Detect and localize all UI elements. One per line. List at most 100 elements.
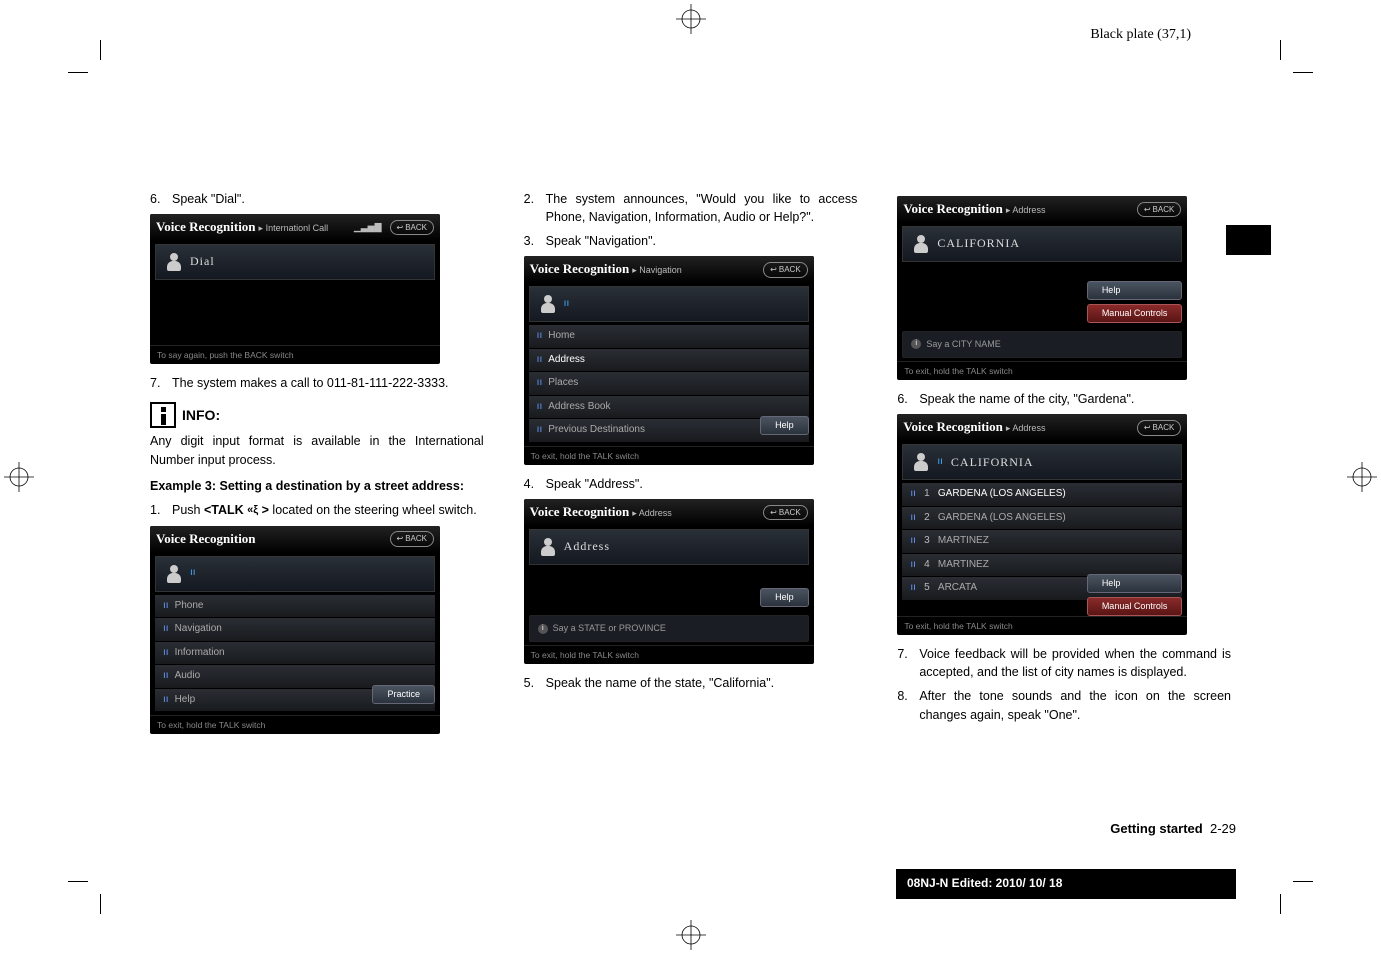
page-tab-marker — [1226, 225, 1271, 255]
back-button[interactable]: ↩ BACK — [1137, 202, 1182, 218]
vr-input-text: Address — [564, 538, 610, 555]
vr-footer-hint: To exit, hold the TALK switch — [897, 616, 1187, 635]
mic-icon: ıı — [910, 534, 916, 549]
vr-screenshot-main: Voice Recognition ↩ BACK ıı ııPhone ııNa… — [150, 526, 440, 735]
help-button[interactable]: Help — [1087, 281, 1183, 300]
info-icon — [150, 402, 176, 428]
vr-screenshot-city-list: Voice Recognition▸ Address ↩ BACK ııCALI… — [897, 414, 1187, 635]
info-text: Any digit input format is available in t… — [150, 432, 484, 468]
info-callout: INFO: — [150, 402, 484, 428]
step-item: 7.The system makes a call to 011-81-111-… — [150, 374, 484, 392]
crop-mark-icon — [68, 72, 88, 73]
step-item: 6.Speak "Dial". — [150, 190, 484, 208]
mic-indicator-icon: ıı — [564, 297, 570, 312]
page-footer: Getting started 2-29 — [1110, 820, 1236, 839]
help-button[interactable]: Help — [760, 588, 809, 607]
signal-icon: ▁▃▅▇ — [354, 221, 382, 234]
person-icon — [166, 565, 182, 583]
back-button[interactable]: ↩ BACK — [390, 220, 435, 236]
vr-menu-item[interactable]: ııNavigation — [155, 618, 435, 642]
vr-footer-hint: To exit, hold the TALK switch — [524, 645, 814, 664]
vr-result-item[interactable]: ıı2GARDENA (LOS ANGELES) — [902, 507, 1182, 531]
vr-footer-hint: To exit, hold the TALK switch — [524, 446, 814, 465]
vr-footer-hint: To exit, hold the TALK switch — [897, 361, 1187, 380]
vr-menu-item[interactable]: ııPhone — [155, 595, 435, 619]
mic-icon: ıı — [910, 558, 916, 573]
mic-icon: ıı — [537, 376, 543, 391]
vr-breadcrumb: ▸ Navigation — [632, 265, 682, 275]
vr-title: Voice Recognition — [530, 504, 630, 519]
vr-menu-item[interactable]: ııHome — [529, 325, 809, 349]
vr-title: Voice Recognition — [530, 261, 630, 276]
registration-mark-icon — [4, 462, 34, 492]
step-item: 8.After the tone sounds and the icon on … — [897, 687, 1231, 723]
back-button[interactable]: ↩ BACK — [1137, 420, 1182, 436]
info-dot-icon: i — [538, 624, 548, 634]
mic-icon: ıı — [537, 329, 543, 344]
crop-mark-icon — [100, 894, 101, 914]
mic-icon: ıı — [163, 646, 169, 661]
person-icon — [540, 295, 556, 313]
column-2: 2.The system announces, "Would you like … — [524, 190, 858, 744]
mic-icon: ıı — [910, 511, 916, 526]
vr-screenshot-address: Voice Recognition▸ Address ↩ BACK Addres… — [524, 499, 814, 664]
mic-icon: ıı — [163, 693, 169, 708]
vr-screenshot-california: Voice Recognition▸ Address ↩ BACK CALIFO… — [897, 196, 1187, 380]
crop-mark-icon — [68, 881, 88, 882]
column-3: Voice Recognition▸ Address ↩ BACK CALIFO… — [897, 190, 1231, 744]
vr-result-item[interactable]: ıı1GARDENA (LOS ANGELES) — [902, 483, 1182, 507]
plate-label: Black plate (37,1) — [1090, 25, 1191, 45]
person-icon — [913, 453, 929, 471]
crop-mark-icon — [100, 40, 101, 60]
back-button[interactable]: ↩ BACK — [763, 505, 808, 521]
step-item: 3.Speak "Navigation". — [524, 232, 858, 250]
crop-mark-icon — [1280, 40, 1281, 60]
talk-icon: «ξ — [247, 504, 258, 516]
registration-mark-icon — [676, 920, 706, 950]
vr-menu-item[interactable]: ııPlaces — [529, 372, 809, 396]
vr-menu-item[interactable]: ııInformation — [155, 642, 435, 666]
crop-mark-icon — [1293, 72, 1313, 73]
column-1: 6.Speak "Dial". Voice Recognition▸ Inter… — [150, 190, 484, 744]
vr-result-item[interactable]: ıı3MARTINEZ — [902, 530, 1182, 554]
step-item: 7.Voice feedback will be provided when t… — [897, 645, 1231, 681]
vr-footer-hint: To exit, hold the TALK switch — [150, 715, 440, 734]
person-icon — [913, 235, 929, 253]
vr-title: Voice Recognition — [156, 531, 256, 546]
help-button[interactable]: Help — [1087, 574, 1183, 593]
mic-icon: ıı — [163, 599, 169, 614]
vr-breadcrumb: ▸ Address — [1006, 205, 1046, 215]
mic-icon: ıı — [537, 400, 543, 415]
vr-screenshot-dial: Voice Recognition▸ Internationl Call ▁▃▅… — [150, 214, 440, 364]
vr-footer-hint: To say again, push the BACK switch — [150, 345, 440, 364]
person-icon — [540, 538, 556, 556]
info-dot-icon: i — [911, 339, 921, 349]
step-item: 1.Push <TALK «ξ > located on the steerin… — [150, 501, 484, 520]
vr-menu-item[interactable]: ııAddress — [529, 349, 809, 373]
mic-indicator-icon: ıı — [190, 566, 196, 581]
vr-input-text: CALIFORNIA — [937, 235, 1020, 252]
step-item: 4.Speak "Address". — [524, 475, 858, 493]
mic-icon: ıı — [163, 669, 169, 684]
step-item: 6.Speak the name of the city, "Gardena". — [897, 390, 1231, 408]
back-button[interactable]: ↩ BACK — [390, 531, 435, 547]
crop-mark-icon — [1280, 894, 1281, 914]
mic-icon: ıı — [537, 353, 543, 368]
vr-breadcrumb: ▸ Internationl Call — [259, 223, 329, 233]
manual-controls-button[interactable]: Manual Controls — [1087, 304, 1183, 323]
manual-controls-button[interactable]: Manual Controls — [1087, 597, 1183, 616]
mic-indicator-icon: ıı — [937, 455, 943, 470]
help-button[interactable]: Help — [760, 416, 809, 435]
practice-button[interactable]: Practice — [372, 685, 435, 704]
vr-title: Voice Recognition — [903, 419, 1003, 434]
back-button[interactable]: ↩ BACK — [763, 262, 808, 278]
example-heading: Example 3: Setting a destination by a st… — [150, 477, 484, 495]
mic-icon: ıı — [910, 487, 916, 502]
vr-screenshot-navigation: Voice Recognition▸ Navigation ↩ BACK ıı … — [524, 256, 814, 465]
person-icon — [166, 253, 182, 271]
vr-title: Voice Recognition — [903, 201, 1003, 216]
crop-mark-icon — [1293, 881, 1313, 882]
info-label: INFO: — [182, 405, 220, 425]
vr-breadcrumb: ▸ Address — [632, 508, 672, 518]
vr-hint: iSay a CITY NAME — [902, 331, 1182, 358]
